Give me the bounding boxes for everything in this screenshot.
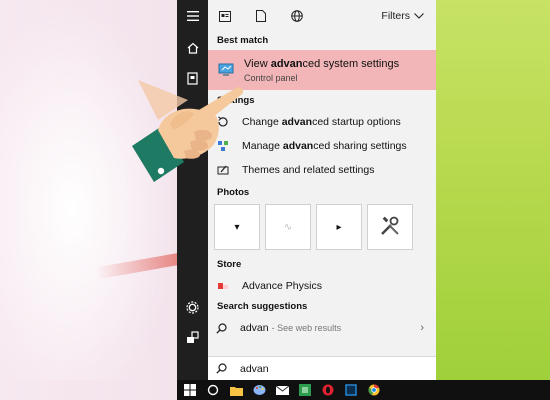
background-glow-right	[430, 0, 550, 380]
filters-label: Filters	[381, 10, 410, 22]
triangle-right-icon: ▸	[336, 221, 342, 233]
globe-icon[interactable]	[290, 9, 304, 23]
pointing-hand-illustration	[132, 80, 244, 182]
suggestion-text: advan	[240, 322, 269, 334]
store-item[interactable]: Advance Physics	[208, 274, 436, 298]
folder-icon[interactable]	[229, 383, 243, 397]
loading-icon: ∿	[283, 221, 293, 233]
best-match-subtitle: Control panel	[244, 72, 298, 83]
store-app-icon	[216, 279, 230, 293]
search-icon	[216, 322, 230, 334]
chrome-icon[interactable]	[367, 383, 381, 397]
opera-icon[interactable]	[321, 383, 335, 397]
green-app-icon[interactable]	[298, 383, 312, 397]
search-input[interactable]: advan	[208, 356, 436, 380]
taskbar	[177, 380, 550, 400]
photo-thumbnail[interactable]: ▸	[316, 204, 362, 250]
paint-icon[interactable]	[252, 383, 266, 397]
document-list-icon[interactable]	[218, 9, 232, 23]
photo-thumbnail[interactable]: ∿	[265, 204, 311, 250]
chevron-right-icon[interactable]: ›	[420, 322, 424, 334]
file-icon[interactable]	[254, 9, 268, 23]
panel-toolbar: Filters	[208, 0, 436, 32]
suggestion-item[interactable]: advan - See web results ›	[208, 316, 436, 340]
tools-icon	[379, 215, 401, 240]
settings-icon[interactable]	[177, 295, 208, 319]
suggestion-hint: - See web results	[271, 323, 342, 333]
search-input-value: advan	[240, 362, 269, 375]
photoshop-icon[interactable]	[344, 383, 358, 397]
best-match-title: View advanced system settings	[244, 57, 400, 70]
photo-thumbnail[interactable]: ▾	[214, 204, 260, 250]
cortana-circle-icon[interactable]	[206, 383, 220, 397]
mail-icon[interactable]	[275, 383, 289, 397]
photos-row: ▾ ∿ ▸	[208, 204, 436, 250]
photo-thumbnail[interactable]	[367, 204, 413, 250]
search-icon	[216, 363, 230, 374]
filters-button[interactable]: Filters	[381, 10, 424, 22]
hamburger-icon[interactable]	[177, 4, 208, 28]
user-icon[interactable]	[177, 325, 208, 349]
windows-start-icon[interactable]	[183, 383, 197, 397]
section-search-suggestions: Search suggestions	[217, 301, 308, 312]
triangle-down-icon: ▾	[234, 221, 240, 233]
chevron-down-icon	[414, 10, 424, 22]
section-store: Store	[217, 259, 242, 270]
